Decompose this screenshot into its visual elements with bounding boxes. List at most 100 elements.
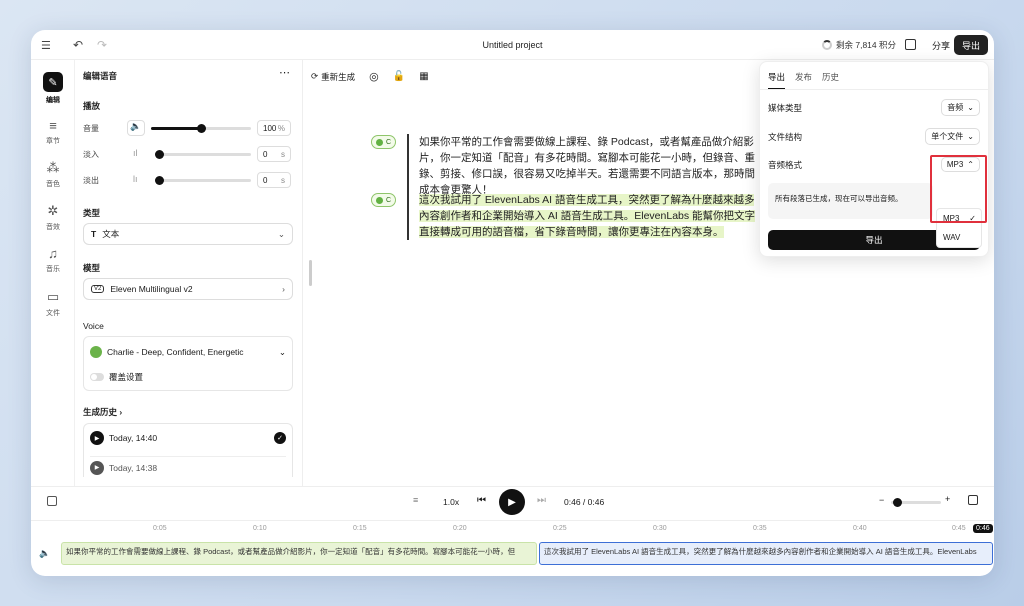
rail-item-edit[interactable]: ✎ 编辑 bbox=[31, 72, 75, 105]
voice-badge-label: C bbox=[386, 138, 392, 146]
rail-item-music[interactable]: ♫ 音乐 bbox=[31, 246, 75, 274]
volume-label: 音量 bbox=[83, 124, 99, 133]
voice-card: Charlie - Deep, Confident, Energetic ⌄ 覆盖… bbox=[83, 336, 293, 391]
voice-heading: Voice bbox=[83, 321, 104, 331]
export-tabs: 导出 发布 历史 bbox=[768, 71, 839, 89]
menu-icon[interactable]: ☰ bbox=[41, 39, 51, 52]
play-icon[interactable]: ▶ bbox=[90, 460, 104, 475]
voice-value: Charlie - Deep, Confident, Energetic bbox=[107, 347, 244, 357]
fadeout-unit: s bbox=[281, 175, 285, 185]
timeline-tick: 0:30 bbox=[653, 525, 667, 532]
chevron-right-icon: › bbox=[282, 284, 285, 294]
zoom-in-icon[interactable]: + bbox=[945, 494, 950, 504]
format-option-label: WAV bbox=[943, 233, 961, 242]
skip-forward-icon[interactable]: ⏭ bbox=[537, 495, 546, 506]
type-value: 文本 bbox=[102, 229, 120, 239]
history-item[interactable]: ▶ Today, 14:38 bbox=[90, 456, 286, 475]
fadein-slider[interactable] bbox=[155, 150, 251, 159]
file-structure-label: 文件结构 bbox=[768, 131, 803, 142]
model-select[interactable]: V2 Eleven Multilingual v2 › bbox=[83, 278, 293, 300]
type-select[interactable]: T 文本 ⌄ bbox=[83, 223, 293, 245]
left-rail: ✎ 编辑 ≡ 章节 ⁂ 音色 ✲ 音效 ♫ 音乐 ▭ 文件 bbox=[31, 60, 75, 486]
history-list: ▶ Today, 14:40 ✓ ▶ Today, 14:38 bbox=[83, 423, 293, 477]
play-icon[interactable]: ▶ bbox=[90, 431, 104, 445]
fadein-input[interactable]: 0s bbox=[257, 146, 291, 162]
timeline-tick: 0:25 bbox=[553, 525, 567, 532]
fadeout-input[interactable]: 0s bbox=[257, 172, 291, 188]
file-structure-select[interactable]: 单个文件 ⌄ bbox=[925, 128, 980, 145]
fadeout-slider[interactable] bbox=[155, 176, 251, 185]
rail-label: 编辑 bbox=[46, 97, 60, 104]
panel-title: 编辑语音 bbox=[83, 71, 118, 81]
playlist-icon[interactable]: ≡ bbox=[413, 495, 418, 505]
timeline-tick: 0:20 bbox=[453, 525, 467, 532]
history-heading[interactable]: 生成历史 › bbox=[83, 406, 122, 418]
timeline-tick: 0:05 bbox=[153, 525, 167, 532]
export-button[interactable]: 导出 bbox=[953, 35, 988, 55]
sidebar-toggle-icon[interactable] bbox=[47, 496, 57, 506]
paragraph-text: 如果你平常的工作會需要做線上課程、錄 Podcast，或者幫產品做介紹影片，你一… bbox=[419, 136, 755, 196]
rail-item-voices[interactable]: ⁂ 音色 bbox=[31, 160, 75, 189]
track-volume-icon[interactable]: 🔈 bbox=[39, 548, 50, 559]
media-type-label: 媒体类型 bbox=[768, 102, 803, 113]
calculator-icon[interactable]: ▦ bbox=[419, 71, 428, 82]
voice-select[interactable]: Charlie - Deep, Confident, Energetic ⌄ bbox=[90, 343, 286, 361]
speed-button[interactable]: 1.0x bbox=[443, 497, 459, 507]
tab-export[interactable]: 导出 bbox=[768, 71, 786, 89]
play-button[interactable]: ▶ bbox=[499, 489, 525, 515]
zoom-out-icon[interactable]: − bbox=[879, 495, 884, 505]
skip-back-icon[interactable]: ⏮ bbox=[477, 495, 486, 506]
rail-label: 音色 bbox=[46, 181, 60, 188]
timeline-clip[interactable]: 這次我試用了 ElevenLabs AI 語音生成工具，突然更了解為什麼越來越多… bbox=[539, 542, 993, 565]
timeline-clip[interactable]: 如果你平常的工作會需要做線上課程、錄 Podcast，或者幫產品做介紹影片，你一… bbox=[61, 542, 537, 565]
voice-badge[interactable]: C bbox=[371, 193, 397, 207]
model-heading: 模型 bbox=[83, 263, 101, 273]
voice-dot-icon bbox=[376, 138, 383, 146]
speaker-icon[interactable]: 🔈 bbox=[127, 120, 145, 136]
file-structure-row: 文件结构 单个文件 ⌄ bbox=[768, 128, 980, 145]
playhead-label[interactable]: 0:46 bbox=[973, 524, 993, 533]
volume-value: 100 bbox=[263, 123, 277, 133]
fadein-label: 淡入 bbox=[83, 150, 99, 159]
clip-label: 這次我試用了 ElevenLabs AI 語音生成工具，突然更了解為什麼越來越多… bbox=[544, 547, 977, 556]
caption-icon[interactable] bbox=[968, 495, 978, 505]
override-toggle-row[interactable]: 覆盖设置 bbox=[90, 371, 143, 383]
player-bar: ≡ 1.0x ⏮ ▶ ⏭ 0:46 / 0:46 − + bbox=[31, 486, 994, 516]
tab-publish[interactable]: 发布 bbox=[795, 71, 812, 89]
share-button[interactable]: 分享 bbox=[932, 39, 950, 52]
history-label: 生成历史 bbox=[83, 407, 118, 417]
credits-ring-icon bbox=[822, 40, 832, 50]
panel-resize-handle[interactable] bbox=[309, 260, 312, 286]
ai-icon[interactable]: ◎ bbox=[369, 70, 379, 83]
rail-item-effects[interactable]: ✲ 音效 bbox=[31, 203, 75, 232]
volume-input[interactable]: 100% bbox=[257, 120, 291, 136]
notes-icon[interactable] bbox=[905, 39, 916, 50]
voice-badge[interactable]: C bbox=[371, 135, 397, 149]
rail-item-chapters[interactable]: ≡ 章节 bbox=[31, 118, 75, 146]
zoom-slider[interactable] bbox=[891, 498, 941, 507]
wand-icon: ✎ bbox=[43, 72, 63, 92]
tab-history[interactable]: 历史 bbox=[822, 71, 839, 89]
voice-dot-icon bbox=[376, 196, 383, 204]
override-toggle[interactable] bbox=[90, 373, 104, 381]
more-icon[interactable]: ⋯ bbox=[279, 66, 290, 79]
paragraph-block[interactable]: 這次我試用了 ElevenLabs AI 語音生成工具，突然更了解為什麼越來越多… bbox=[407, 192, 757, 240]
format-option-wav[interactable]: WAV bbox=[943, 233, 960, 242]
editor-toolbar: ⟳ 重新生成 ◎ 🔓 ▦ bbox=[311, 70, 429, 83]
regenerate-button[interactable]: ⟳ 重新生成 bbox=[311, 71, 355, 83]
history-item[interactable]: ▶ Today, 14:40 ✓ bbox=[90, 429, 286, 447]
rail-item-files[interactable]: ▭ 文件 bbox=[31, 289, 75, 318]
media-type-select[interactable]: 音频 ⌄ bbox=[941, 99, 980, 116]
paragraph-block[interactable]: 如果你平常的工作會需要做線上課程、錄 Podcast，或者幫產品做介紹影片，你一… bbox=[407, 134, 757, 198]
lock-icon[interactable]: 🔓 bbox=[393, 71, 405, 82]
undo-icon[interactable]: ↶ bbox=[73, 38, 83, 52]
redo-icon[interactable]: ↷ bbox=[97, 38, 107, 52]
timeline-tick: 0:45 bbox=[952, 525, 966, 532]
credits-indicator: 剩余 7,814 积分 bbox=[822, 39, 896, 51]
timeline: 0:05 0:10 0:15 0:20 0:25 0:30 0:35 0:40 … bbox=[31, 520, 994, 576]
effects-icon: ✲ bbox=[47, 203, 59, 218]
highlight-box bbox=[930, 155, 987, 223]
chevron-down-icon: ⌄ bbox=[277, 228, 285, 239]
rail-label: 音效 bbox=[46, 224, 60, 231]
volume-slider[interactable] bbox=[151, 124, 251, 133]
